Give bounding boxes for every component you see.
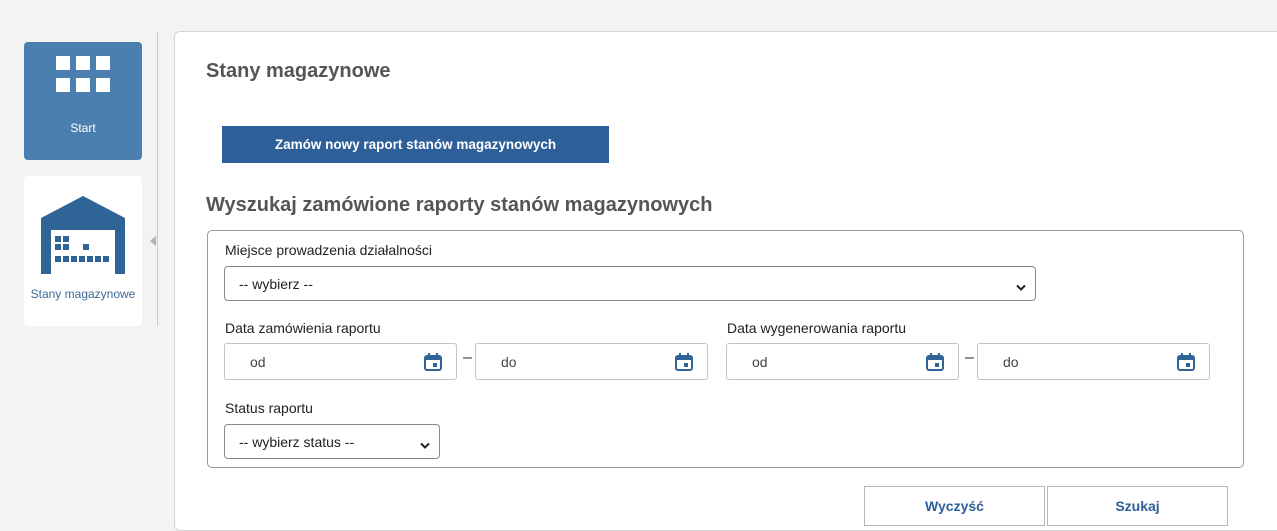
location-label: Miejsce prowadzenia działalności (225, 242, 432, 258)
location-select[interactable]: -- wybierz -- (224, 266, 1036, 301)
date-placeholder: od (250, 354, 266, 370)
location-select-value: -- wybierz -- (239, 276, 313, 292)
chevron-down-icon (420, 437, 430, 453)
date-range-separator: – (965, 349, 974, 366)
calendar-icon[interactable] (675, 353, 693, 376)
page-title: Stany magazynowe (206, 60, 391, 82)
search-button[interactable]: Szukaj (1047, 486, 1228, 526)
date-placeholder: od (752, 354, 768, 370)
order-date-from-input[interactable]: od (224, 343, 457, 380)
chevron-down-icon (1016, 279, 1026, 295)
calendar-icon[interactable] (926, 353, 944, 376)
generation-date-label: Data wygenerowania raportu (727, 320, 906, 336)
date-placeholder: do (501, 354, 517, 370)
order-date-to-input[interactable]: do (475, 343, 708, 380)
generation-date-to-input[interactable]: do (977, 343, 1210, 380)
sidebar-item-stany-magazynowe[interactable]: Stany magazynowe (24, 176, 142, 326)
sidebar-item-start[interactable]: Start (24, 42, 142, 160)
search-section-title: Wyszukaj zamówione raporty stanów magazy… (206, 194, 713, 216)
date-range-separator: – (463, 349, 472, 366)
calendar-icon[interactable] (424, 353, 442, 376)
calendar-icon[interactable] (1177, 353, 1195, 376)
clear-button[interactable]: Wyczyść (864, 486, 1045, 526)
warehouse-icon (41, 196, 125, 279)
status-label: Status raportu (225, 400, 313, 416)
status-select[interactable]: -- wybierz status -- (224, 424, 440, 459)
sidebar-divider (157, 32, 158, 326)
date-placeholder: do (1003, 354, 1019, 370)
generation-date-from-input[interactable]: od (726, 343, 959, 380)
sidebar-item-label: Start (70, 121, 96, 135)
status-select-value: -- wybierz status -- (239, 434, 355, 450)
collapse-sidebar-icon[interactable] (150, 236, 156, 246)
sidebar-item-label: Stany magazynowe (30, 287, 136, 301)
order-date-label: Data zamówienia raportu (225, 320, 381, 336)
order-new-report-button[interactable]: Zamów nowy raport stanów magazynowych (222, 126, 609, 163)
grid-icon (56, 56, 110, 101)
